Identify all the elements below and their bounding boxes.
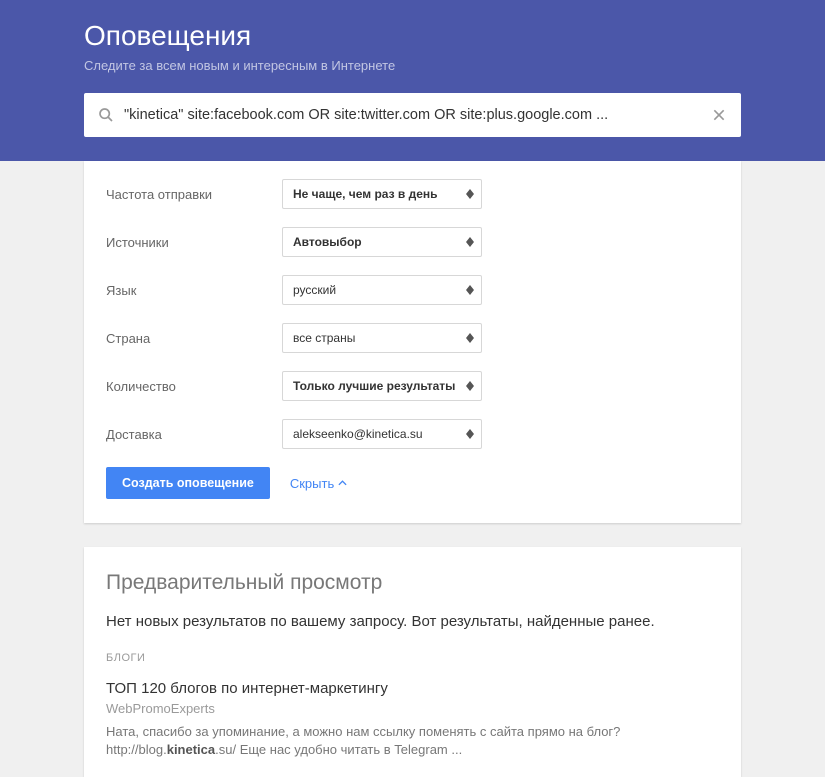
form-row: ИсточникиАвтовыбор bbox=[106, 227, 719, 257]
page-subtitle: Следите за всем новым и интересным в Инт… bbox=[84, 58, 741, 73]
select-3[interactable]: все страны bbox=[282, 323, 482, 353]
page-title: Оповещения bbox=[84, 20, 741, 52]
search-icon bbox=[98, 107, 114, 123]
select-5[interactable]: alekseenko@kinetica.su bbox=[282, 419, 482, 449]
result-snippet: Ната, спасибо за упоминание, а можно нам… bbox=[106, 722, 719, 742]
create-alert-button[interactable]: Создать оповещение bbox=[106, 467, 270, 499]
result-title[interactable]: ТОП 120 блогов по интернет-маркетингу bbox=[106, 680, 719, 697]
form-label: Доставка bbox=[106, 427, 282, 442]
form-label: Язык bbox=[106, 283, 282, 298]
search-input[interactable] bbox=[124, 107, 711, 123]
chevron-up-icon bbox=[338, 480, 347, 486]
select-2[interactable]: русский bbox=[282, 275, 482, 305]
form-label: Частота отправки bbox=[106, 187, 282, 202]
search-bar bbox=[84, 93, 741, 137]
form-row: Доставкаalekseenko@kinetica.su bbox=[106, 419, 719, 449]
preview-title: Предварительный просмотр bbox=[106, 571, 719, 595]
form-row: Языкрусский bbox=[106, 275, 719, 305]
form-row: Частота отправкиНе чаще, чем раз в день bbox=[106, 179, 719, 209]
hide-link[interactable]: Скрыть bbox=[290, 476, 347, 491]
select-0[interactable]: Не чаще, чем раз в день bbox=[282, 179, 482, 209]
select-1[interactable]: Автовыбор bbox=[282, 227, 482, 257]
form-row: КоличествоТолько лучшие результаты bbox=[106, 371, 719, 401]
clear-icon[interactable] bbox=[711, 107, 727, 123]
preview-message: Нет новых результатов по вашему запросу.… bbox=[106, 613, 719, 630]
preview-card: Предварительный просмотр Нет новых резул… bbox=[84, 547, 741, 777]
search-result: ТОП 120 блогов по интернет-маркетингу We… bbox=[106, 680, 719, 757]
settings-card: Частота отправкиНе чаще, чем раз в день И… bbox=[84, 161, 741, 523]
form-label: Источники bbox=[106, 235, 282, 250]
result-source: WebPromoExperts bbox=[106, 701, 719, 716]
form-label: Количество bbox=[106, 379, 282, 394]
result-url: http://blog.kinetica.su/ Еще нас удобно … bbox=[106, 742, 719, 757]
form-row: Странавсе страны bbox=[106, 323, 719, 353]
form-label: Страна bbox=[106, 331, 282, 346]
preview-section-label: БЛОГИ bbox=[106, 652, 719, 664]
select-4[interactable]: Только лучшие результаты bbox=[282, 371, 482, 401]
hide-label: Скрыть bbox=[290, 476, 334, 491]
header: Оповещения Следите за всем новым и интер… bbox=[0, 0, 825, 161]
